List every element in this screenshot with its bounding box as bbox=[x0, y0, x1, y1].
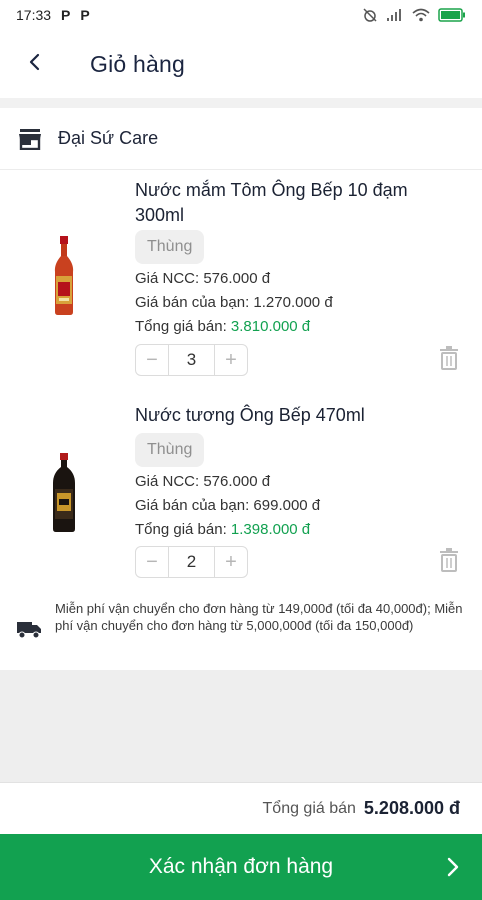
supplier-price: Giá NCC: 576.000 đ bbox=[135, 270, 271, 287]
confirm-order-label: Xác nhận đơn hàng bbox=[148, 855, 334, 878]
wifi-icon bbox=[412, 8, 430, 22]
shipping-note-text: Miễn phí vận chuyển cho đơn hàng từ 149,… bbox=[55, 601, 463, 633]
order-total: Tổng giá bán 5.208.000 đ bbox=[0, 782, 482, 834]
chevron-left-icon bbox=[28, 53, 40, 76]
notification-icon: P bbox=[80, 7, 90, 23]
shipping-note: Miễn phí vận chuyển cho đơn hàng từ 149,… bbox=[0, 596, 482, 668]
product-image bbox=[30, 234, 98, 318]
decrease-button[interactable]: − bbox=[136, 547, 168, 577]
notification-icon: P bbox=[61, 7, 71, 23]
empty-area bbox=[0, 670, 482, 782]
delete-button[interactable] bbox=[438, 345, 460, 375]
alarm-off-icon bbox=[362, 7, 378, 23]
truck-icon bbox=[16, 618, 42, 640]
signal-icon bbox=[386, 8, 404, 22]
divider bbox=[0, 98, 482, 108]
order-total-value: 5.208.000 đ bbox=[363, 798, 460, 818]
quantity-stepper: − 2 + bbox=[135, 546, 248, 578]
trash-icon bbox=[439, 547, 459, 577]
app-header: Giỏ hàng bbox=[0, 30, 482, 98]
status-time: 17:33 bbox=[16, 7, 52, 23]
your-price: Giá bán của bạn: 699.000 đ bbox=[135, 497, 321, 514]
chevron-right-icon bbox=[446, 857, 460, 877]
order-total-label: Tổng giá bán bbox=[262, 799, 356, 817]
increase-button[interactable]: + bbox=[215, 345, 247, 375]
product-image bbox=[30, 451, 98, 535]
confirm-order-button[interactable]: Xác nhận đơn hàng bbox=[0, 834, 482, 900]
trash-icon bbox=[439, 345, 459, 375]
status-bar: 17:33 P P bbox=[0, 0, 482, 30]
product-name: Nước tương Ông Bếp 470ml bbox=[135, 405, 365, 425]
shop-name: Đại Sứ Care bbox=[58, 128, 159, 148]
quantity-value[interactable]: 3 bbox=[168, 345, 215, 375]
unit-chip[interactable]: Thùng bbox=[135, 230, 205, 264]
unit-chip[interactable]: Thùng bbox=[135, 433, 205, 467]
delete-button[interactable] bbox=[438, 547, 460, 577]
decrease-button[interactable]: − bbox=[136, 345, 168, 375]
cart-item: Nước mắm Tôm Ông Bếp 10 đạm 300ml Thùng … bbox=[0, 170, 482, 388]
total-price-value: 3.810.000 đ bbox=[230, 318, 311, 335]
supplier-price: Giá NCC: 576.000 đ bbox=[135, 473, 271, 490]
total-price-label: Tổng giá bán: bbox=[135, 318, 231, 335]
product-name: Nước mắm Tôm Ông Bếp 10 đạm 300ml bbox=[135, 180, 408, 225]
quantity-value[interactable]: 2 bbox=[168, 547, 215, 577]
back-button[interactable] bbox=[4, 30, 64, 98]
shop-row[interactable]: Đại Sứ Care bbox=[0, 108, 482, 170]
total-price-line: Tổng giá bán: 1.398.000 đ bbox=[135, 521, 310, 538]
your-price: Giá bán của bạn: 1.270.000 đ bbox=[135, 294, 333, 311]
battery-icon bbox=[438, 8, 466, 22]
total-price-value: 1.398.000 đ bbox=[230, 521, 311, 538]
page-title: Giỏ hàng bbox=[90, 50, 185, 77]
store-icon bbox=[18, 127, 42, 151]
cart-item: Nước tương Ông Bếp 470ml Thùng Giá NCC: … bbox=[0, 395, 482, 590]
total-price-line: Tổng giá bán: 3.810.000 đ bbox=[135, 318, 310, 335]
increase-button[interactable]: + bbox=[215, 547, 247, 577]
total-price-label: Tổng giá bán: bbox=[135, 521, 231, 538]
quantity-stepper: − 3 + bbox=[135, 344, 248, 376]
